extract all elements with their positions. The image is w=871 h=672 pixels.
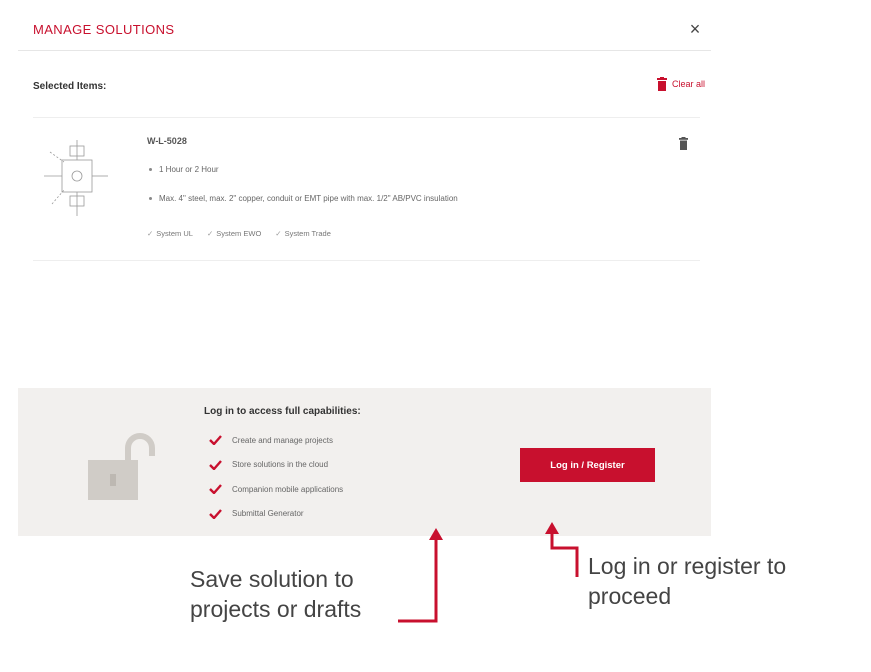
header-divider [18,50,711,51]
item-tag-label: System UL [156,229,193,238]
item-tag-label: System Trade [284,229,331,238]
check-icon: ✓ [147,229,154,238]
item-divider-top [33,117,700,118]
item-divider-bottom [33,260,700,261]
login-heading: Log in to access full capabilities: [204,406,361,417]
item-detail: Max. 4" steel, max. 2" copper, conduit o… [147,194,458,203]
feature-item: Create and manage projects [209,428,343,453]
checkmark-icon [209,484,222,495]
item-details-list: 1 Hour or 2 Hour Max. 4" steel, max. 2" … [147,165,458,223]
feature-label: Companion mobile applications [232,484,344,494]
feature-label: Store solutions in the cloud [232,460,329,470]
feature-item: Submittal Generator [209,502,343,527]
solution-diagram-thumbnail [44,140,108,216]
trash-icon [657,77,667,91]
checkmark-icon [209,459,222,470]
clear-all-button[interactable]: Clear all [657,77,705,91]
feature-item: Store solutions in the cloud [209,453,343,478]
login-panel: Log in to access full capabilities: Crea… [18,388,711,536]
save-solution-note: Save solution to projects or drafts [190,566,362,622]
check-icon: ✓ [206,229,214,238]
save-note-arrow [398,538,438,623]
clear-all-label: Clear all [672,79,706,89]
close-icon[interactable]: × [686,20,704,38]
feature-list: Create and manage projects Store solutio… [209,428,343,526]
checkmark-icon [209,435,222,446]
selected-items-label: Selected Items: [33,81,107,92]
item-tag[interactable]: ✓ System UL [147,229,193,238]
unlocked-padlock-icon [88,433,155,500]
item-name: W-L-5028 [147,136,187,146]
login-note-arrow [550,532,579,577]
item-tags: ✓ System UL ✓ System EWO ✓ System Trade [147,229,331,238]
feature-item: Companion mobile applications [209,477,343,502]
modal-title: MANAGE SOLUTIONS [33,22,175,37]
login-register-note: Log in or register to proceed [588,553,787,609]
check-icon: ✓ [275,229,282,238]
login-register-button[interactable]: Log in / Register [520,448,655,482]
item-tag[interactable]: ✓ System EWO [207,229,261,238]
feature-label: Submittal Generator [232,509,304,519]
trash-icon[interactable] [679,137,688,150]
item-tag-label: System EWO [216,229,262,238]
checkmark-icon [209,508,222,519]
item-tag[interactable]: ✓ System Trade [275,229,331,238]
item-detail: 1 Hour or 2 Hour [147,165,458,174]
feature-label: Create and manage projects [232,435,333,445]
